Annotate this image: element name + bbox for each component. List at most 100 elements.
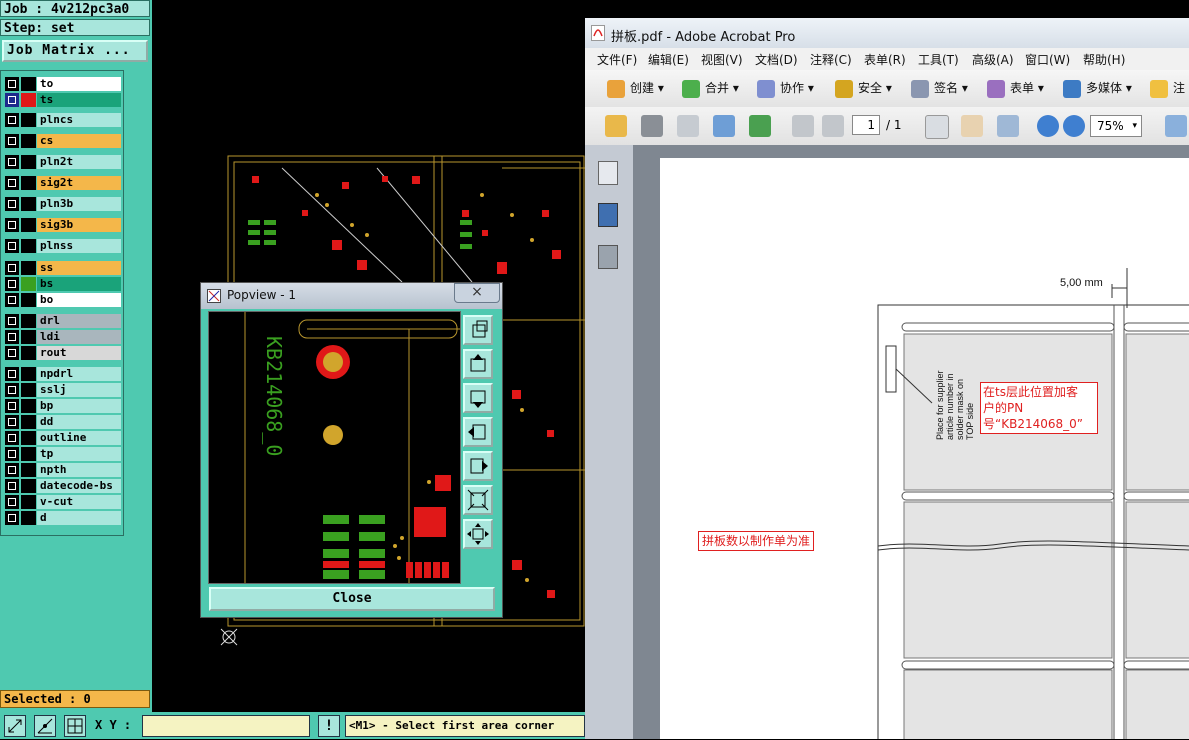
acrobat-titlebar[interactable]: 拼板.pdf - Adobe Acrobat Pro	[585, 18, 1189, 48]
email-icon[interactable]	[713, 115, 735, 137]
layer-checkbox[interactable]	[5, 77, 19, 91]
create-button[interactable]: 创建 ▾	[607, 79, 664, 98]
layer-checkbox[interactable]	[5, 134, 19, 148]
layer-checkbox[interactable]	[5, 383, 19, 397]
layer-name[interactable]: ss	[37, 261, 121, 275]
layer-row-dd[interactable]: dd	[5, 415, 123, 429]
layer-row-ts[interactable]: ts	[5, 93, 123, 107]
popview-close-icon[interactable]: ×	[454, 283, 500, 303]
layer-row-d[interactable]: d	[5, 511, 123, 525]
xy-input[interactable]	[142, 715, 310, 737]
layer-name[interactable]: plnss	[37, 239, 121, 253]
layer-color-swatch[interactable]	[21, 330, 36, 344]
layer-name[interactable]: cs	[37, 134, 121, 148]
layer-checkbox[interactable]	[5, 367, 19, 381]
layer-row-npth[interactable]: npth	[5, 463, 123, 477]
layer-row-ss[interactable]: ss	[5, 261, 123, 275]
layer-name[interactable]: tp	[37, 447, 121, 461]
marquee-zoom-icon[interactable]	[997, 115, 1019, 137]
layer-checkbox[interactable]	[5, 261, 19, 275]
layer-name[interactable]: bo	[37, 293, 121, 307]
layer-color-swatch[interactable]	[21, 113, 36, 127]
comment-button[interactable]: 注	[1150, 79, 1185, 98]
grid-icon[interactable]	[64, 715, 86, 737]
layer-color-swatch[interactable]	[21, 479, 36, 493]
prev-page-icon[interactable]	[792, 115, 814, 137]
layer-name[interactable]: bs	[37, 277, 121, 291]
layer-row-cs[interactable]: cs	[5, 134, 123, 148]
layer-color-swatch[interactable]	[21, 176, 36, 190]
layer-checkbox[interactable]	[5, 197, 19, 211]
layer-checkbox[interactable]	[5, 346, 19, 360]
save-icon[interactable]	[677, 115, 699, 137]
layer-row-tp[interactable]: tp	[5, 447, 123, 461]
layer-row-plncs[interactable]: plncs	[5, 113, 123, 127]
menu-file[interactable]: 文件(F)	[597, 51, 637, 68]
layer-row-npdrl[interactable]: npdrl	[5, 367, 123, 381]
layer-row-outline[interactable]: outline	[5, 431, 123, 445]
layer-name[interactable]: rout	[37, 346, 121, 360]
zoom-out-circle-icon[interactable]	[1037, 115, 1059, 137]
menu-tools[interactable]: 工具(T)	[918, 51, 959, 68]
layer-row-plnss[interactable]: plnss	[5, 239, 123, 253]
layer-color-swatch[interactable]	[21, 218, 36, 232]
menu-view[interactable]: 视图(V)	[701, 51, 743, 68]
popview-close-button[interactable]: Close	[209, 587, 495, 611]
layer-color-swatch[interactable]	[21, 346, 36, 360]
layer-color-swatch[interactable]	[21, 293, 36, 307]
secure-button[interactable]: 安全 ▾	[835, 79, 892, 98]
signatures-icon[interactable]	[598, 245, 618, 269]
forms-button[interactable]: 表单 ▾	[987, 79, 1044, 98]
layer-name[interactable]: pln3b	[37, 197, 121, 211]
layer-checkbox[interactable]	[5, 293, 19, 307]
layer-checkbox[interactable]	[5, 495, 19, 509]
layer-row-bp[interactable]: bp	[5, 399, 123, 413]
zoom-in-icon[interactable]	[463, 315, 493, 345]
sign-button[interactable]: 签名 ▾	[911, 79, 968, 98]
layer-checkbox[interactable]	[5, 479, 19, 493]
layer-row-sslj[interactable]: sslj	[5, 383, 123, 397]
menu-advanced[interactable]: 高级(A)	[972, 51, 1014, 68]
layer-color-swatch[interactable]	[21, 314, 36, 328]
layer-color-swatch[interactable]	[21, 415, 36, 429]
layer-name[interactable]: plncs	[37, 113, 121, 127]
layer-checkbox[interactable]	[5, 277, 19, 291]
layer-row-datecode-bs[interactable]: datecode-bs	[5, 479, 123, 493]
open-folder-icon[interactable]	[605, 115, 627, 137]
menu-comments[interactable]: 注释(C)	[810, 51, 852, 68]
zoom-in-circle-icon[interactable]	[1063, 115, 1085, 137]
layer-name[interactable]: drl	[37, 314, 121, 328]
layer-color-swatch[interactable]	[21, 399, 36, 413]
layer-checkbox[interactable]	[5, 511, 19, 525]
layer-row-bo[interactable]: bo	[5, 293, 123, 307]
menu-forms[interactable]: 表单(R)	[864, 51, 906, 68]
print-icon[interactable]	[641, 115, 663, 137]
menu-document[interactable]: 文档(D)	[755, 51, 798, 68]
layer-row-drl[interactable]: drl	[5, 314, 123, 328]
layer-checkbox[interactable]	[5, 176, 19, 190]
layer-row-v-cut[interactable]: v-cut	[5, 495, 123, 509]
job-matrix-button[interactable]: Job Matrix ...	[2, 40, 148, 62]
layer-name[interactable]: ldi	[37, 330, 121, 344]
layer-checkbox[interactable]	[5, 113, 19, 127]
layer-checkbox[interactable]	[5, 155, 19, 169]
layer-checkbox[interactable]	[5, 431, 19, 445]
layer-checkbox[interactable]	[5, 239, 19, 253]
layer-name[interactable]: bp	[37, 399, 121, 413]
layer-color-swatch[interactable]	[21, 239, 36, 253]
layer-color-swatch[interactable]	[21, 277, 36, 291]
layer-color-swatch[interactable]	[21, 495, 36, 509]
layer-row-sig3b[interactable]: sig3b	[5, 218, 123, 232]
layer-row-to[interactable]: to	[5, 77, 123, 91]
layer-name[interactable]: to	[37, 77, 121, 91]
hand-tool-icon[interactable]	[961, 115, 983, 137]
layer-name[interactable]: pln2t	[37, 155, 121, 169]
select-cursor-icon[interactable]	[925, 115, 949, 139]
combine-button[interactable]: 合并 ▾	[682, 79, 739, 98]
layer-name[interactable]: dd	[37, 415, 121, 429]
layer-name[interactable]: d	[37, 511, 121, 525]
collaborate-button[interactable]: 协作 ▾	[757, 79, 814, 98]
layer-color-swatch[interactable]	[21, 134, 36, 148]
pages-icon[interactable]	[598, 161, 618, 185]
layer-color-swatch[interactable]	[21, 463, 36, 477]
